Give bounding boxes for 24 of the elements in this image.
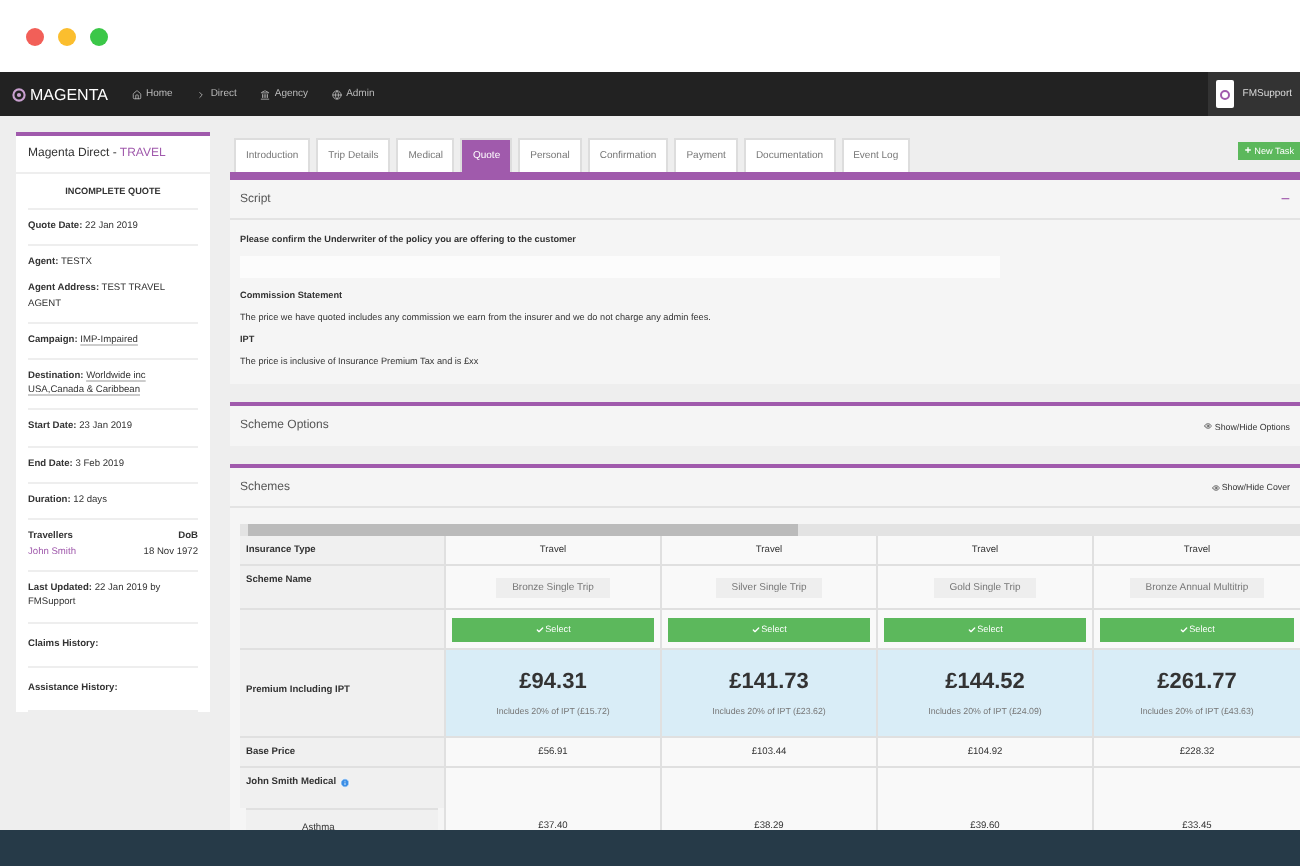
globe-icon <box>332 89 343 99</box>
premium-price: £261.77 <box>1157 670 1237 694</box>
check-icon <box>535 625 544 633</box>
home-icon <box>131 89 142 99</box>
check-icon <box>967 625 976 633</box>
premium-price: £141.73 <box>729 670 809 694</box>
premium-price: £94.31 <box>519 670 587 694</box>
plus-icon <box>1244 146 1253 154</box>
brand-logo[interactable]: MAGENTA <box>12 72 108 116</box>
scroll-thumb[interactable] <box>248 524 798 536</box>
chevron-right-icon <box>196 89 207 99</box>
maximize-dot-icon[interactable] <box>90 27 108 45</box>
eye-icon <box>1204 422 1213 430</box>
info-icon[interactable] <box>340 778 351 788</box>
close-dot-icon[interactable] <box>26 27 44 45</box>
scroll-bar[interactable] <box>240 524 1300 536</box>
user-avatar-icon <box>1220 89 1231 99</box>
bank-icon <box>260 89 271 99</box>
eye-icon <box>1211 483 1220 491</box>
collapse-button[interactable]: − <box>1280 190 1290 208</box>
minimize-dot-icon[interactable] <box>58 27 76 45</box>
premium-price: £144.52 <box>945 670 1025 694</box>
check-icon <box>1179 625 1188 633</box>
check-icon <box>751 625 760 633</box>
